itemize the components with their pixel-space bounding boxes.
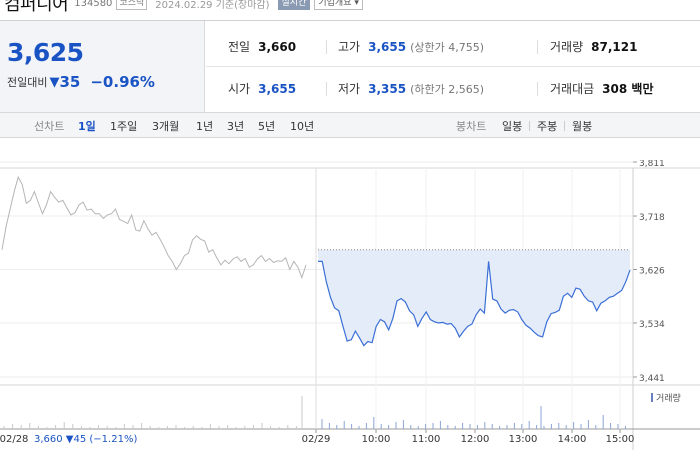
current-price-box: 3,625 전일대비 ▼ 35 −0.96% <box>0 21 205 113</box>
open-label: 시가 <box>228 82 251 96</box>
volume-stat: 거래량 87,121 <box>550 38 637 55</box>
prev-close-label: 전일 <box>228 40 251 54</box>
stock-code: 134580 <box>74 0 113 9</box>
y-tick-label: 3,441 <box>639 374 665 384</box>
realtime-button[interactable]: 실시간 <box>277 0 311 10</box>
low-value: 3,355 <box>368 81 407 96</box>
x-tick-label: 11:00 <box>412 434 441 445</box>
today-area-fill <box>318 249 630 346</box>
current-price: 3,625 <box>7 38 84 67</box>
period-tab-1y[interactable]: 1년 <box>196 118 213 134</box>
volume-value: 87,121 <box>591 39 638 54</box>
change-percent: −0.96% <box>90 73 155 91</box>
prev-close-value: 3,660 <box>258 39 297 54</box>
divider <box>564 121 565 131</box>
volume-legend-label: 거래량 <box>656 392 681 404</box>
chart-svg: 3,811 3,718 3,626 3,534 3,441 거래량 02/29 10:00 11… <box>0 159 700 450</box>
change-amount: 35 <box>59 73 81 91</box>
divider <box>537 82 538 96</box>
trade-value-stat: 거래대금 308 백만 <box>550 80 653 97</box>
candle-tab-monthly[interactable]: 월봉 <box>572 118 592 134</box>
low-label: 저가 <box>338 82 361 96</box>
lower-limit: (하한가 2,565) <box>410 82 484 96</box>
down-arrow-icon: ▼ <box>49 74 60 90</box>
prev-day-summary: 3,660 ▼45 (−1.21%) <box>34 434 137 445</box>
trade-value-label: 거래대금 <box>550 82 595 96</box>
divider <box>326 40 327 54</box>
price-summary: 3,625 전일대비 ▼ 35 −0.96% 전일 3,660 고가 3,655… <box>0 20 700 113</box>
stock-name: 컴퍼니어 <box>4 0 69 15</box>
volume-label: 거래량 <box>550 40 584 54</box>
candle-chart-label: 봉차트 <box>456 120 487 133</box>
x-tick-label: 12:00 <box>461 434 490 445</box>
stock-title-bar: 컴퍼니어 134580 코스닥 2024.02.29 기준(장마감) 실시간 기… <box>0 0 700 15</box>
divider <box>537 40 538 54</box>
x-tick-label: 10:00 <box>362 434 391 445</box>
trade-value: 308 백만 <box>602 82 654 96</box>
prev-day-line <box>1 175 307 280</box>
chart-toolbar: 선차트 1일 1주일 3개월 1년 3년 5년 10년 봉차트 일봉 주봉 월봉 <box>0 112 700 138</box>
high-value: 3,655 <box>368 39 407 54</box>
y-tick-label: 3,534 <box>639 320 665 330</box>
period-tab-1d[interactable]: 1일 <box>78 118 96 134</box>
y-tick-label: 3,718 <box>639 213 665 223</box>
x-tick-label: 14:00 <box>558 434 587 445</box>
open-stat: 시가 3,655 <box>228 80 296 97</box>
high-stat: 고가 3,655 (상한가 4,755) <box>338 38 484 55</box>
period-tab-5y[interactable]: 5년 <box>258 118 275 134</box>
period-tab-3m[interactable]: 3개월 <box>152 118 179 134</box>
candle-tab-daily[interactable]: 일봉 <box>502 118 522 134</box>
market-badge: 코스닥 <box>116 0 148 10</box>
change-label: 전일대비 <box>7 76 48 89</box>
x-tick-label: 15:00 <box>606 434 635 445</box>
base-date: 2024.02.29 기준(장마감) <box>155 0 270 11</box>
intraday-chart[interactable]: 3,811 3,718 3,626 3,534 3,441 거래량 02/29 10:00 11… <box>0 159 700 450</box>
divider <box>529 121 530 131</box>
line-chart-label: 선차트 <box>34 120 65 133</box>
volume-legend-swatch <box>651 393 653 402</box>
company-info-button[interactable]: 기업개요 ▾ <box>314 0 363 10</box>
upper-limit: (상한가 4,755) <box>410 40 484 54</box>
candle-tab-weekly[interactable]: 주봉 <box>537 118 557 134</box>
high-label: 고가 <box>338 40 361 54</box>
x-tick-label: 13:00 <box>509 434 538 445</box>
divider <box>206 66 700 67</box>
y-tick-label: 3,811 <box>639 160 665 169</box>
divider <box>326 82 327 96</box>
prev-close-stat: 전일 3,660 <box>228 38 296 55</box>
low-stat: 저가 3,355 (하한가 2,565) <box>338 80 484 97</box>
y-tick-label: 3,626 <box>639 267 665 277</box>
prev-day-date-label: 02/28 <box>0 434 28 445</box>
x-tick-label: 02/29 <box>302 434 331 445</box>
period-tab-1w[interactable]: 1주일 <box>110 118 137 134</box>
open-value: 3,655 <box>258 81 297 96</box>
period-tab-10y[interactable]: 10년 <box>290 118 314 134</box>
period-tab-3y[interactable]: 3년 <box>227 118 244 134</box>
change-row: 전일대비 ▼ 35 −0.96% <box>7 73 155 91</box>
